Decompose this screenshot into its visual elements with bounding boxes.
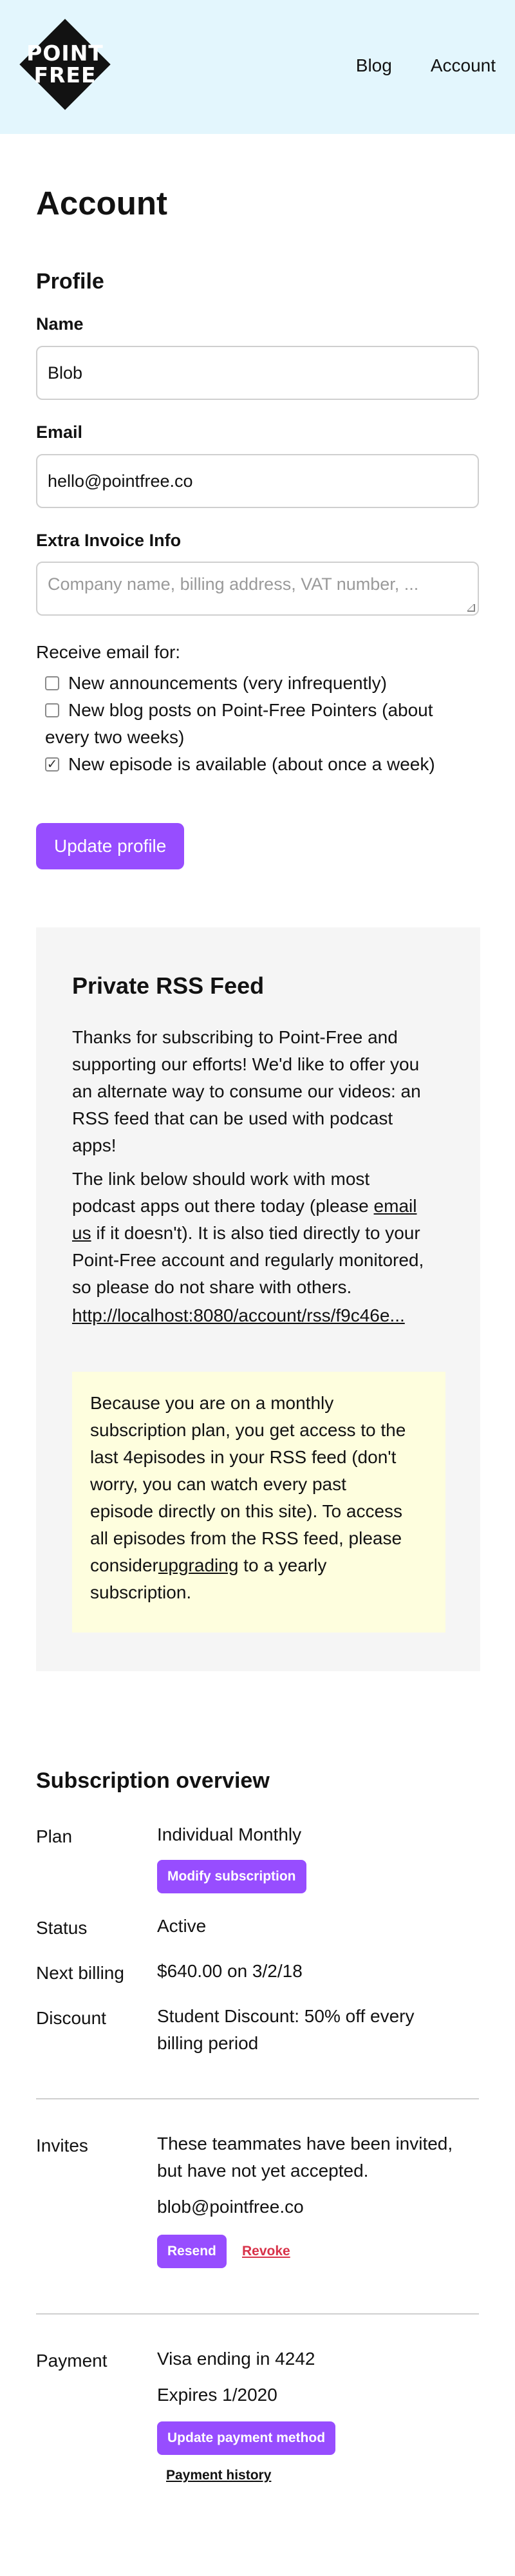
notice-line: all episodes from the RSS feed, please [90,1528,402,1548]
email-us-link[interactable]: email [374,1196,417,1216]
invite-email: blob@pointfree.co [157,2197,304,2217]
invites-description: These teammates have been invited, but h… [157,2130,453,2184]
rss-info-line: podcast apps out there today (please [72,1196,374,1216]
revoke-invite-link[interactable]: Revoke [242,2244,290,2259]
checkbox-blog-posts[interactable]: New blog posts on Point-Free Pointers (a… [45,697,433,751]
checkbox-announcements[interactable]: New announcements (very infrequently) [45,670,387,697]
checkbox-label-line: every two weeks) [45,727,185,747]
update-profile-button[interactable]: Update profile [36,823,185,869]
rss-intro-line: RSS feed that can be used with podcast [72,1108,393,1128]
rss-info-line: so please do not share with others. [72,1277,352,1297]
logo-text-free: FREE [33,62,97,88]
receive-email-label: Receive email for: [36,642,181,662]
checkbox-box[interactable] [45,703,59,717]
payment-history-link[interactable]: Payment history [166,2468,271,2483]
checkbox-label: New episode is available (about once a w… [68,754,435,774]
rss-info-line: Point-Free account and regularly monitor… [72,1250,424,1270]
rss-heading: Private RSS Feed [72,972,265,999]
point-free-logo[interactable]: POINT FREE [19,19,111,110]
checkbox-label: New blog posts on Point-Free Pointers (a… [45,697,433,751]
rss-intro-paragraph: Thanks for subscribing to Point-Free and… [72,1024,452,1159]
checkbox-label-line: New blog posts on Point-Free Pointers (a… [68,700,433,720]
invites-label: Invites [36,2136,88,2155]
rss-intro-line: Thanks for subscribing to Point-Free and [72,1027,398,1047]
plan-label: Plan [36,1826,73,1846]
checkmark-icon[interactable]: ✓ [45,757,59,772]
notice-line: subscription plan, you get access to the [90,1420,406,1440]
email-label: Email [36,422,83,442]
site-header: POINT FREE Blog Account [0,0,515,134]
payment-expires: Expires 1/2020 [157,2385,277,2405]
resize-grip-icon[interactable] [467,604,475,612]
notice-line: consider [90,1555,158,1575]
next-billing-value: $640.00 on 3/2/18 [157,1961,303,1981]
payment-label: Payment [36,2351,108,2371]
email-input[interactable]: hello@pointfree.co [36,454,479,508]
divider [36,2313,479,2315]
invoice-label: Extra Invoice Info [36,531,182,550]
top-nav: Blog Account [356,55,496,76]
rss-feed-url-link[interactable]: http://localhost:8080/account/rss/f9c46e… [72,1302,452,1329]
next-billing-label: Next billing [36,1963,124,1983]
notice-line: Because you are on a monthly [90,1393,334,1413]
discount-value: Student Discount: 50% off every billing … [157,2003,415,2057]
discount-label: Discount [36,2008,106,2028]
resend-invite-button[interactable]: Resend [157,2235,227,2268]
nav-blog-link[interactable]: Blog [356,55,392,76]
name-label: Name [36,314,84,334]
notice-line: subscription. [90,1582,192,1602]
checkbox-box[interactable] [45,676,59,690]
invoice-textarea[interactable]: Company name, billing address, VAT numbe… [36,562,479,616]
rss-intro-line: an alternate way to consume our videos: … [72,1081,421,1101]
checkbox-new-episode[interactable]: ✓ New episode is available (about once a… [45,751,435,778]
discount-line: Student Discount: 50% off every [157,2006,415,2026]
nav-account-link[interactable]: Account [431,55,496,76]
rss-info-line: The link below should work with most [72,1169,370,1189]
upgrading-link[interactable]: upgrading [158,1555,239,1575]
monthly-plan-notice: Because you are on a monthly subscriptio… [72,1372,445,1633]
divider [36,2098,479,2099]
notice-line: episode directly on this site). To acces… [90,1501,403,1521]
invites-line: These teammates have been invited, [157,2134,453,2154]
rss-info-paragraph: The link below should work with most pod… [72,1166,452,1301]
plan-value: Individual Monthly [157,1824,302,1844]
invoice-placeholder: Company name, billing address, VAT numbe… [48,574,419,594]
page-title: Account [36,185,167,222]
logo-text-point: POINT [26,41,104,66]
discount-line: billing period [157,2033,259,2053]
notice-line: worry, you can watch every past [90,1474,346,1494]
rss-intro-line: apps! [72,1135,117,1155]
modify-subscription-button[interactable]: Modify subscription [157,1860,306,1893]
invites-line: but have not yet accepted. [157,2161,369,2181]
status-value: Active [157,1916,207,1936]
notice-line: to a yearly [238,1555,327,1575]
rss-feed-panel: Private RSS Feed Thanks for subscribing … [36,927,480,1671]
payment-card: Visa ending in 4242 [157,2349,315,2369]
profile-heading: Profile [36,269,104,294]
subscription-heading: Subscription overview [36,1768,270,1793]
name-input[interactable]: Blob [36,346,479,400]
update-payment-method-button[interactable]: Update payment method [157,2421,336,2455]
rss-intro-line: supporting our efforts! We'd like to off… [72,1054,420,1074]
rss-info-line: if it doesn't). It is also tied directly… [91,1223,420,1243]
status-label: Status [36,1918,88,1938]
email-us-link-cont[interactable]: us [72,1223,91,1243]
notice-line: last 4episodes in your RSS feed (don't [90,1447,397,1467]
checkbox-label: New announcements (very infrequently) [68,673,387,693]
